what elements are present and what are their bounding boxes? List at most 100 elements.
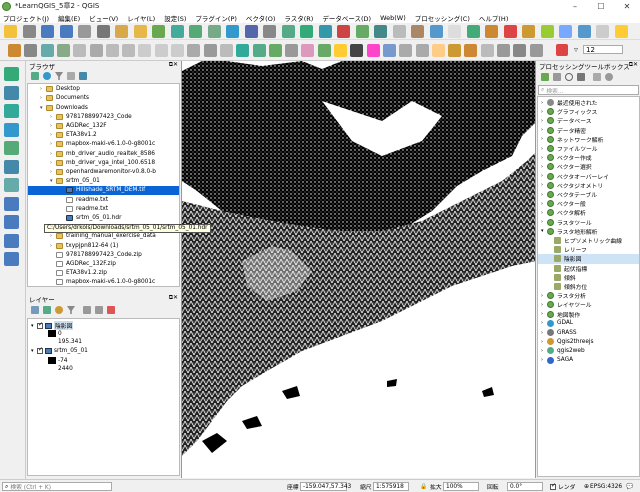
toolbar2-tool-icon[interactable]: [252, 44, 266, 57]
browser-item[interactable]: › Desktop: [28, 85, 179, 94]
toolbar2-tool-icon[interactable]: [203, 44, 217, 57]
processing-item[interactable]: › ベクタテーブル: [538, 190, 639, 199]
panel-close-icon[interactable]: ⧉✕: [169, 294, 178, 302]
browser-item[interactable]: › ETA38v1.2: [28, 131, 179, 140]
processing-item[interactable]: › 最近使用された: [538, 98, 639, 107]
toolbar2-tool-icon[interactable]: [513, 44, 527, 57]
add-layer-icon[interactable]: [4, 178, 19, 192]
processing-item[interactable]: › ラスタツール: [538, 218, 639, 227]
label-size-input[interactable]: 12: [583, 45, 623, 54]
browser-item[interactable]: ▾ Downloads: [28, 103, 179, 112]
info-icon[interactable]: [79, 72, 87, 80]
add-layer-icon[interactable]: [4, 196, 19, 211]
visibility-icon[interactable]: [55, 306, 63, 314]
processing-item[interactable]: › ラスタ分析: [538, 291, 639, 300]
processing-item[interactable]: ▾ ラスタ地形解析: [538, 227, 639, 236]
locator-search[interactable]: ⌕ 検索 (Ctrl + K): [2, 482, 112, 491]
layer-style-icon[interactable]: [31, 306, 39, 314]
toolbar-tool-icon[interactable]: [503, 25, 517, 38]
layer-checkbox[interactable]: [37, 321, 43, 329]
processing-item[interactable]: レリーフ: [538, 245, 639, 254]
toolbar-tool-icon[interactable]: [374, 25, 387, 38]
toolbar-tool-icon[interactable]: [4, 25, 17, 38]
processing-item[interactable]: › GRASS: [538, 328, 639, 337]
toolbar-tool-icon[interactable]: [189, 25, 202, 38]
toolbar-tool-icon[interactable]: [41, 25, 54, 38]
toolbar2-tool-icon[interactable]: [268, 44, 282, 57]
add-layer-icon[interactable]: [4, 122, 19, 137]
browser-item[interactable]: Hillshade_SRTM_DEM.tif: [28, 186, 179, 195]
toolbar-tool-icon[interactable]: [466, 25, 480, 38]
toolbar-tool-icon[interactable]: [59, 25, 73, 38]
messages-icon[interactable]: 💬: [626, 482, 633, 491]
coordinate-field[interactable]: -159.047,57.343: [300, 482, 351, 491]
toolbar-tool-icon[interactable]: [115, 25, 128, 38]
browser-item[interactable]: 9781788997423_Code.zip: [28, 251, 179, 260]
processing-item[interactable]: › レイヤツール: [538, 300, 639, 309]
browser-item[interactable]: › 9781788997423_Code: [28, 113, 179, 122]
expand-icon[interactable]: [83, 306, 91, 314]
toolbar-tool-icon[interactable]: [429, 25, 443, 38]
render-checkbox[interactable]: [550, 482, 556, 490]
processing-item[interactable]: › ベクター般: [538, 199, 639, 208]
toolbar-tool-icon[interactable]: [596, 25, 609, 38]
browser-item[interactable]: › training_manual_exercise_data: [28, 232, 179, 241]
toolbar2-tool-icon[interactable]: [154, 44, 168, 57]
models-icon[interactable]: [541, 73, 549, 81]
browser-item[interactable]: ▾ srtm_05_01: [28, 177, 179, 186]
add-layer-icon[interactable]: [4, 215, 19, 229]
options-icon[interactable]: [605, 73, 613, 81]
toolbar2-tool-icon[interactable]: [350, 44, 364, 57]
scale-field[interactable]: 1:575918: [373, 482, 409, 491]
processing-item[interactable]: › グラフィックス: [538, 107, 639, 116]
toolbar-tool-icon[interactable]: [96, 25, 110, 38]
menu-item[interactable]: 設定(S): [164, 13, 186, 23]
toolbar-tool-icon[interactable]: [22, 25, 36, 38]
processing-item[interactable]: › 地図製作: [538, 310, 639, 319]
toolbar-tool-icon[interactable]: [337, 25, 350, 38]
toolbar2-tool-icon[interactable]: [448, 44, 462, 57]
layer-row[interactable]: ▾ 陰影図: [31, 321, 74, 330]
rotation-field[interactable]: 0.0°: [507, 482, 543, 491]
filter-icon[interactable]: [67, 306, 75, 314]
toolbar2-tool-icon[interactable]: [138, 44, 152, 57]
toolbar-tool-icon[interactable]: [614, 25, 628, 38]
toolbar-tool-icon[interactable]: [577, 25, 591, 38]
remove-layer-icon[interactable]: [107, 306, 115, 314]
toolbar2-tool-icon[interactable]: [171, 44, 184, 57]
processing-item[interactable]: ヒプソメトリック曲線: [538, 236, 639, 245]
collapse-icon[interactable]: [95, 306, 103, 314]
toolbar-tool-icon[interactable]: [281, 25, 295, 38]
toolbar2-tool-icon[interactable]: [89, 44, 103, 57]
add-layer-icon[interactable]: [4, 67, 19, 81]
processing-item[interactable]: › SAGA: [538, 356, 639, 365]
toolbar2-tool-icon[interactable]: [301, 44, 315, 57]
menu-item[interactable]: レイヤ(L): [127, 13, 155, 23]
layer-row[interactable]: ▾ srtm_05_01: [31, 346, 88, 354]
processing-item[interactable]: 起伏指標: [538, 264, 639, 273]
add-layer-icon[interactable]: [4, 159, 19, 174]
toolbar2-tool-icon[interactable]: [415, 44, 429, 57]
toolbar2-tool-icon[interactable]: [285, 44, 299, 57]
toolbar2-tool-icon[interactable]: [122, 44, 136, 57]
browser-item[interactable]: › txypjpn812-64 (1): [28, 241, 179, 250]
collapse-icon[interactable]: [67, 72, 75, 80]
toolbar-tool-icon[interactable]: [448, 25, 461, 38]
toolbar-tool-icon[interactable]: [170, 25, 184, 38]
toolbar-tool-icon[interactable]: [300, 25, 313, 38]
browser-item[interactable]: › Documents: [28, 94, 179, 103]
panel-close-icon[interactable]: ⧉✕: [629, 61, 638, 69]
toolbar-tool-icon[interactable]: [263, 25, 276, 38]
add-layer-icon[interactable]: [4, 85, 19, 100]
toolbar-tool-icon[interactable]: [392, 25, 406, 38]
toolbar2-tool-icon[interactable]: [366, 44, 380, 57]
toolbar2-tool-icon[interactable]: [219, 44, 233, 57]
browser-item[interactable]: › mapbox-maki-v6.1.0-0-g8001c: [28, 140, 179, 149]
minimize-button[interactable]: –: [562, 0, 588, 12]
menu-item[interactable]: プラグイン(P): [195, 13, 237, 23]
browser-item[interactable]: AGDRec_132F.zip: [28, 260, 179, 269]
toolbar2-tool-icon[interactable]: [8, 44, 21, 57]
browser-item[interactable]: › openhardwaremonitor-v0.8.0-b: [28, 168, 179, 177]
processing-item[interactable]: › ベクタ解析: [538, 208, 639, 217]
processing-item[interactable]: › Qgis2threejs: [538, 337, 639, 346]
